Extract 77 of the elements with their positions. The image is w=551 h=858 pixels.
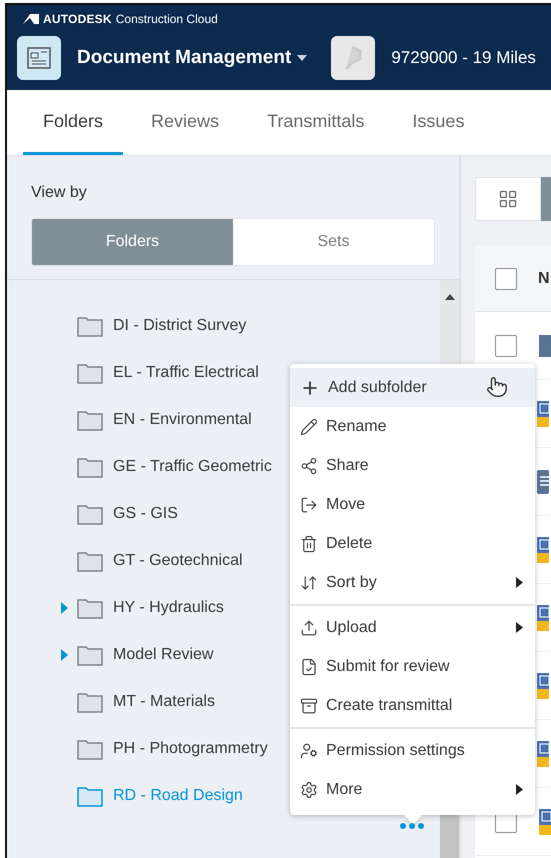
- menu-item-label: Rename: [326, 418, 386, 436]
- row-checkbox[interactable]: [495, 334, 517, 356]
- menu-item-label: Sort by: [326, 574, 377, 592]
- menu-item-label: Add subfolder: [328, 378, 427, 396]
- menu-item[interactable]: Move: [290, 485, 535, 524]
- expand-caret-icon[interactable]: [59, 602, 69, 614]
- folder-name[interactable]: GS - GIS: [113, 504, 178, 522]
- expand-caret-icon[interactable]: [59, 648, 69, 660]
- folder-name[interactable]: PH - Photogrammetry: [113, 740, 268, 758]
- menu-item-label: Move: [326, 496, 366, 514]
- share-icon: [300, 456, 318, 474]
- grid-icon: [498, 189, 518, 209]
- logo-icon: [23, 14, 39, 24]
- scroll-up-icon[interactable]: [444, 294, 454, 300]
- upload-icon: [300, 618, 318, 636]
- menu-item-label: More: [326, 780, 362, 798]
- folder-name[interactable]: DI - District Survey: [113, 316, 246, 334]
- folder-icon: [77, 408, 103, 430]
- project-icon[interactable]: [331, 36, 376, 80]
- menu-item-label: Create transmittal: [326, 696, 452, 714]
- menu-item[interactable]: Submit for review: [290, 647, 535, 686]
- document-check-icon: [300, 658, 318, 676]
- menu-item[interactable]: Permission settings: [290, 731, 535, 770]
- module-dropdown[interactable]: Document Management: [77, 47, 308, 69]
- menu-item-label: Delete: [326, 534, 372, 552]
- view-by-label: View by: [31, 184, 88, 202]
- arrows-icon: [300, 574, 318, 592]
- menu-item[interactable]: Sort by: [290, 563, 535, 602]
- exit-box-icon: [300, 496, 318, 514]
- select-all-checkbox[interactable]: [495, 268, 517, 290]
- tab[interactable]: Transmittals: [247, 90, 384, 155]
- menu-item-label: Submit for review: [326, 658, 450, 676]
- pencil-icon: [300, 418, 318, 436]
- trash-icon: [300, 534, 318, 552]
- menu-item[interactable]: Upload: [290, 608, 535, 647]
- tab[interactable]: Issues: [392, 90, 484, 155]
- grid-view-button[interactable]: [475, 177, 541, 221]
- view-toggle-button[interactable]: Sets: [233, 219, 434, 265]
- more-options-icon[interactable]: [400, 823, 424, 829]
- menu-item[interactable]: Add subfolder: [290, 368, 535, 407]
- folder-icon: [77, 550, 103, 572]
- menu-item[interactable]: Delete: [290, 524, 535, 563]
- folder-icon: [77, 362, 103, 384]
- folder-icon: [77, 456, 103, 478]
- project-name[interactable]: 9729000 - 19 Miles: [391, 48, 536, 68]
- module-icon[interactable]: [17, 36, 61, 80]
- folder-icon: [539, 334, 551, 356]
- folder-name[interactable]: MT - Materials: [113, 692, 215, 710]
- folder-name[interactable]: EN - Environmental: [113, 410, 252, 428]
- menu-item[interactable]: Rename: [290, 407, 535, 446]
- menu-item[interactable]: Share: [290, 446, 535, 485]
- archive-box-icon: [300, 696, 318, 714]
- brand-name: AUTODESK: [43, 12, 112, 26]
- caret-icon: [297, 55, 308, 61]
- folder-icon: [77, 502, 103, 524]
- folder-icon: [77, 738, 103, 760]
- menu-item[interactable]: Create transmittal: [290, 686, 535, 725]
- menu-item-label: Upload: [326, 618, 377, 636]
- settings-icon: [300, 780, 318, 798]
- menu-item[interactable]: More: [290, 770, 535, 809]
- hand-cursor-icon: [486, 376, 508, 398]
- product-name: Construction Cloud: [116, 12, 218, 26]
- folder-icon: [77, 314, 103, 336]
- folder-name[interactable]: GE - Traffic Geometric: [113, 458, 272, 476]
- folder-name[interactable]: Model Review: [113, 646, 214, 664]
- folder-name[interactable]: HY - Hydraulics: [113, 598, 224, 616]
- folder-icon: [77, 690, 103, 712]
- menu-item-label: Share: [326, 456, 369, 474]
- folder-name[interactable]: GT - Geotechnical: [113, 552, 243, 570]
- user-gear-icon: [300, 742, 318, 760]
- folder-icon: [77, 596, 103, 618]
- column-header: N: [538, 270, 550, 288]
- tab[interactable]: Reviews: [131, 90, 240, 155]
- folder-name[interactable]: EL - Traffic Electrical: [113, 364, 259, 382]
- folder-icon: [77, 644, 103, 666]
- menu-item-label: Permission settings: [326, 742, 465, 760]
- folder-icon: [77, 784, 103, 806]
